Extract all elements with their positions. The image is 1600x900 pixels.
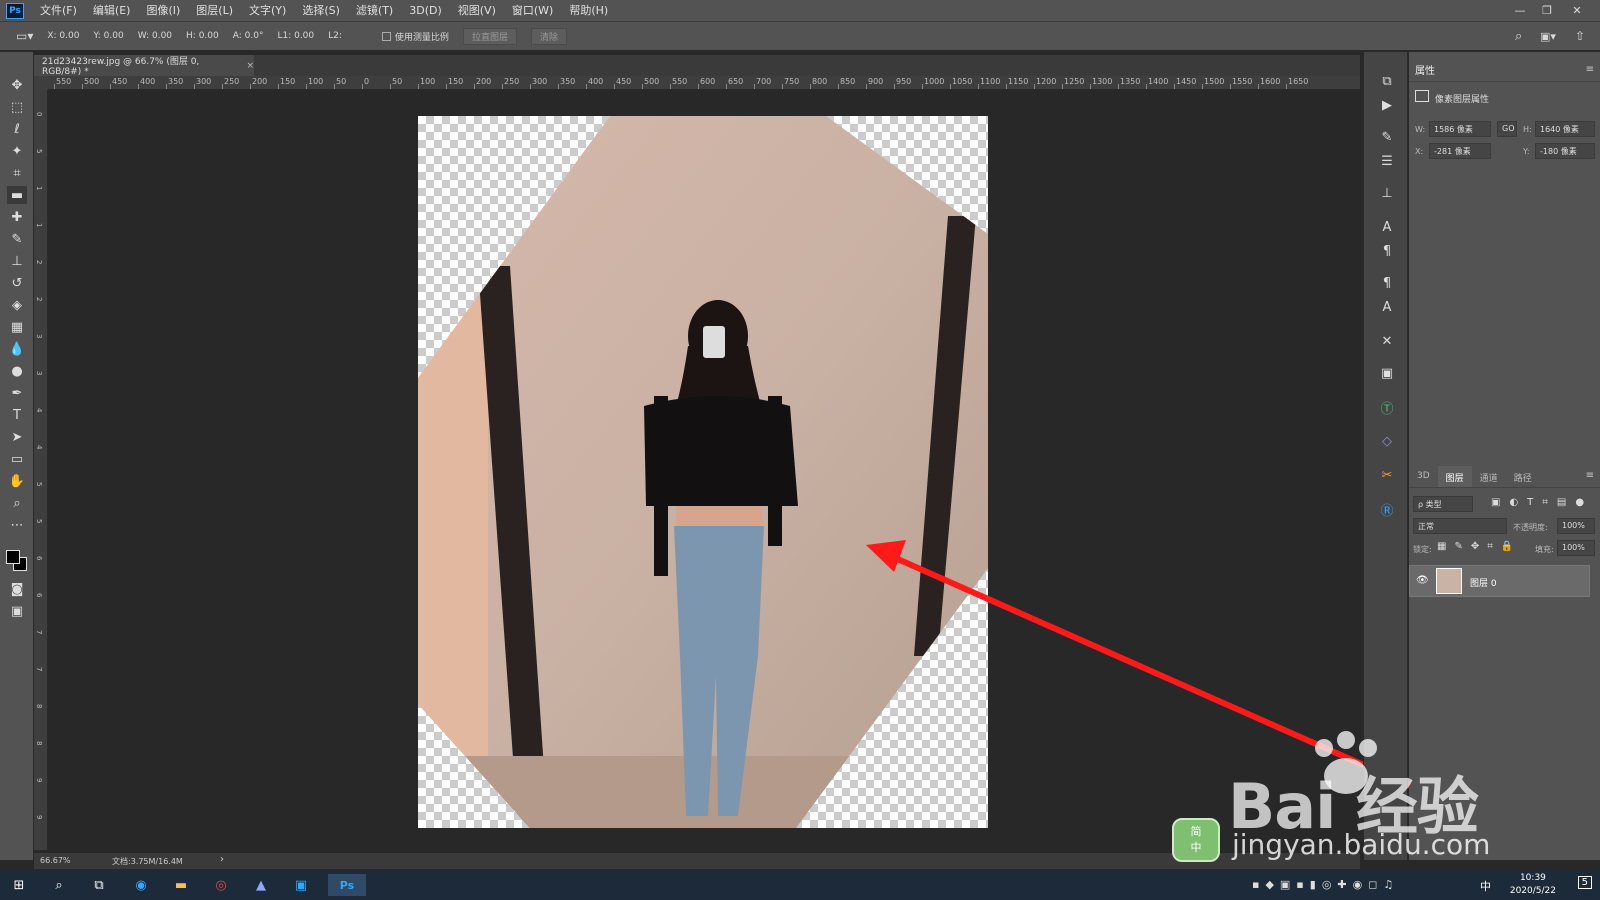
actions-play-icon[interactable]: ▶ <box>1376 94 1398 116</box>
tab-channels[interactable]: 通道 <box>1472 466 1506 487</box>
right-panel: 属性 ≡ 像素图层属性 W: 1586 像素 GO H: 1640 像素 X: … <box>1409 52 1600 860</box>
opacity-label: 不透明度: <box>1513 523 1548 532</box>
layer-thumbnail <box>1436 568 1462 594</box>
character-icon[interactable]: A <box>1376 216 1398 238</box>
plugin-r-icon[interactable]: Ⓡ <box>1376 498 1398 520</box>
tab-layers[interactable]: 图层 <box>1437 466 1472 487</box>
clock[interactable]: 10:39 2020/5/22 <box>1510 872 1556 898</box>
ime-lang[interactable]: 中 <box>1480 878 1491 894</box>
tab-paths[interactable]: 路径 <box>1506 466 1540 487</box>
photoshop-taskbar-icon[interactable]: Ps <box>328 874 366 896</box>
height-field[interactable]: 1640 像素 <box>1535 121 1595 137</box>
opacity-field[interactable]: 100% <box>1557 518 1595 534</box>
x-field[interactable]: -281 像素 <box>1429 143 1491 159</box>
layer-filter-icons[interactable]: ▣◐T⌗▤● <box>1491 497 1593 508</box>
windows-start-icon[interactable]: ⊞ <box>8 874 30 896</box>
visibility-eye-icon[interactable]: 👁 <box>1416 575 1429 586</box>
status-more-icon[interactable]: › <box>220 854 224 865</box>
panel-menu-icon[interactable]: ≡ <box>1586 64 1594 75</box>
annotation-arrow <box>866 540 1422 793</box>
layer-row[interactable]: 👁 图层 0 <box>1409 565 1590 597</box>
libraries-icon[interactable]: ▣ <box>1376 362 1398 384</box>
width-label: W: <box>1415 125 1426 134</box>
layers-menu-icon[interactable]: ≡ <box>1586 470 1594 481</box>
blend-mode-select[interactable]: 正常 <box>1413 518 1507 534</box>
plugin-tk-icon[interactable]: Ⓣ <box>1376 396 1398 418</box>
lock-icons[interactable]: ▦✎✥⌗🔒 <box>1437 541 1521 552</box>
notification-badge[interactable]: 5 <box>1577 876 1592 889</box>
adjustments-icon[interactable]: ☰ <box>1376 150 1398 172</box>
foreground-color-swatch[interactable] <box>6 550 20 564</box>
plugin-eraser-icon[interactable]: ◇ <box>1376 430 1398 452</box>
x-label: X: <box>1415 147 1424 156</box>
height-label: H: <box>1523 125 1532 134</box>
zoom-level[interactable]: 66.67% <box>40 856 71 865</box>
arrow-shaft <box>882 550 1422 793</box>
link-dimensions-button[interactable]: GO <box>1497 121 1517 137</box>
plugin-scissors-icon[interactable]: ✂ <box>1376 464 1398 486</box>
clock-date: 2020/5/22 <box>1509 886 1556 896</box>
task-view-icon[interactable]: ⧉ <box>88 874 110 896</box>
panel-icon-strip: ⧉ ▶ ✎ ☰ ⊥ A ¶ ¶ A ✕ ▣ Ⓣ ◇ ✂ Ⓡ <box>1363 52 1408 860</box>
lock-label: 锁定: <box>1413 545 1432 554</box>
taskbar: ⊞ ⌕ ⧉ ◉ ▬ ◎ ▲ ▣ Ps ▪◆▣▪▮◎✚◉◻♫ 中 10:39 20… <box>0 870 1600 900</box>
layers-panel-tabs: 3D 图层 通道 路径 <box>1409 466 1600 488</box>
y-field[interactable]: -180 像素 <box>1535 143 1595 159</box>
history-icon[interactable]: ⧉ <box>1376 70 1398 92</box>
chrome-icon[interactable]: ◎ <box>210 874 232 896</box>
search-icon[interactable]: ⌕ <box>48 874 70 896</box>
fill-field[interactable]: 100% <box>1557 540 1595 556</box>
layer-name: 图层 0 <box>1470 579 1497 589</box>
document-size: 文档:3.75M/16.4M <box>112 857 183 866</box>
paragraph-icon[interactable]: ¶ <box>1376 240 1398 262</box>
tools-cross-icon[interactable]: ✕ <box>1376 330 1398 352</box>
arrow-head-icon <box>866 540 906 572</box>
fill-label: 填充: <box>1535 545 1554 554</box>
browser-icon[interactable]: ◉ <box>130 874 152 896</box>
character-styles-icon[interactable]: A <box>1376 296 1398 318</box>
app-icon[interactable]: ▲ <box>250 874 272 896</box>
system-tray-icons[interactable]: ▪◆▣▪▮◎✚◉◻♫ <box>1252 878 1399 891</box>
file-explorer-icon[interactable]: ▬ <box>170 874 192 896</box>
tab-3d[interactable]: 3D <box>1409 466 1438 487</box>
clone-source-icon[interactable]: ⊥ <box>1376 182 1398 204</box>
app-blue-icon[interactable]: ▣ <box>290 874 312 896</box>
pixel-layer-icon <box>1415 90 1429 102</box>
brush-settings-icon[interactable]: ✎ <box>1376 126 1398 148</box>
status-bar: 66.67% 文档:3.75M/16.4M › <box>34 853 1360 869</box>
y-label: Y: <box>1523 147 1530 156</box>
paragraph-styles-icon[interactable]: ¶ <box>1376 272 1398 294</box>
properties-title: 属性 <box>1409 62 1600 82</box>
layer-filter-select[interactable]: ρ 类型 <box>1413 496 1473 512</box>
width-field[interactable]: 1586 像素 <box>1429 121 1491 137</box>
properties-subtitle: 像素图层属性 <box>1435 95 1490 105</box>
clock-time: 10:39 <box>1519 873 1546 883</box>
